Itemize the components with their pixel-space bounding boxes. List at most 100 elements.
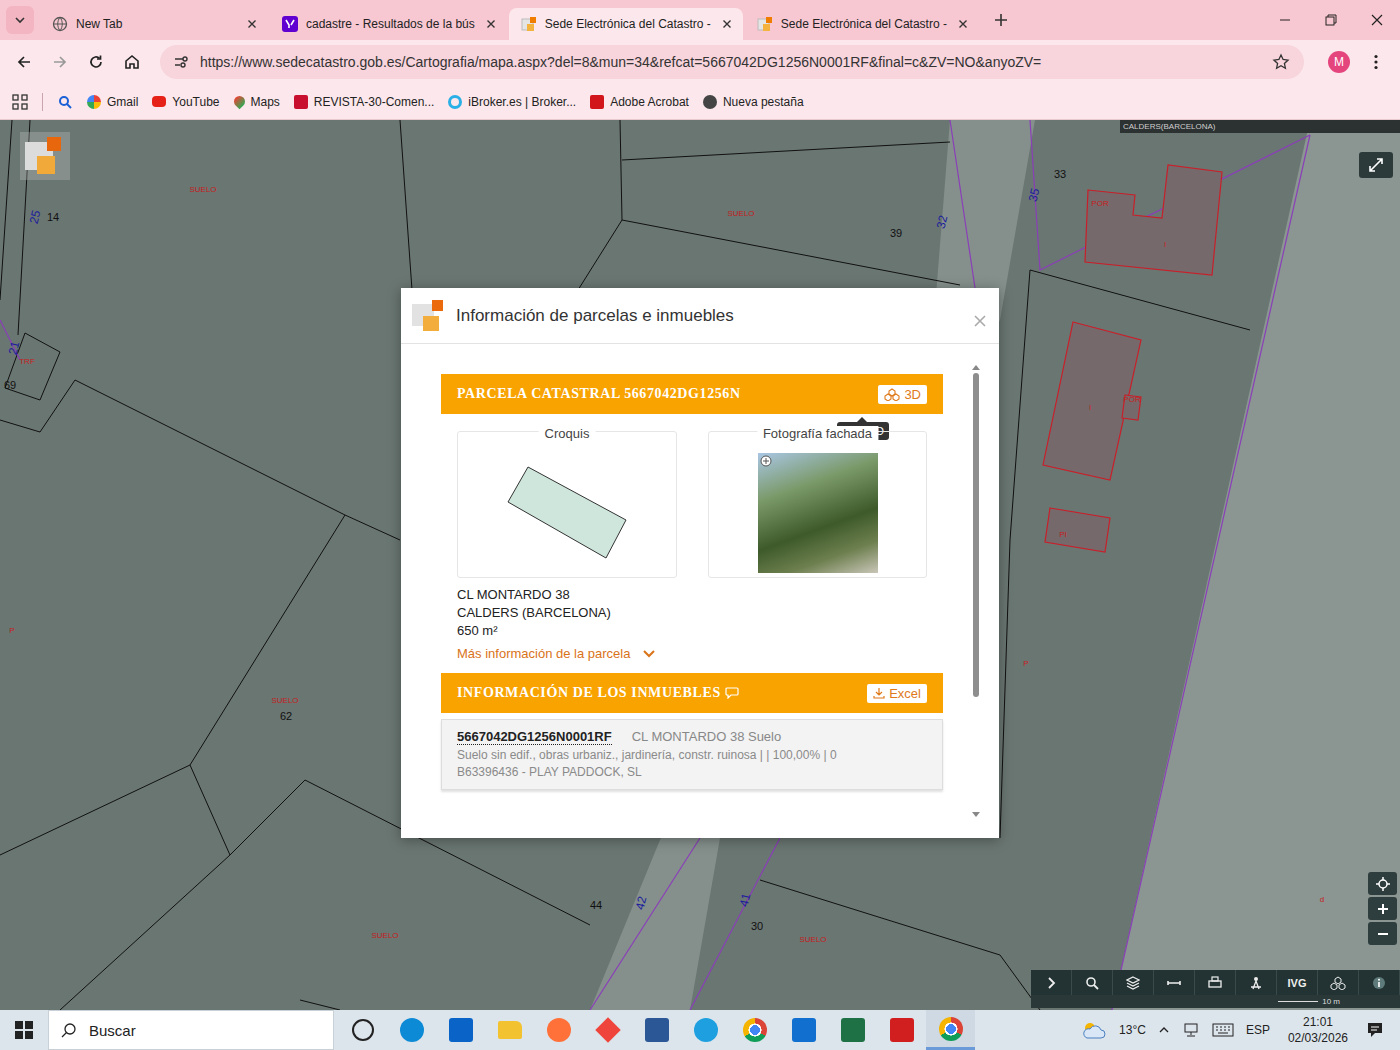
language-indicator[interactable]: ESP: [1246, 1023, 1270, 1037]
taskbar-app[interactable]: [436, 1010, 485, 1050]
streetview-button[interactable]: [1236, 970, 1277, 995]
properties-title: INFORMACIÓN DE LOS INMUEBLES: [457, 685, 739, 701]
bookmark-item[interactable]: YouTube: [152, 95, 219, 109]
bookmark-favicon-icon: [703, 95, 717, 109]
info-tool-button[interactable]: [1359, 970, 1400, 995]
fullscreen-button[interactable]: [1359, 152, 1393, 178]
home-button[interactable]: [116, 46, 148, 78]
back-button[interactable]: [8, 46, 40, 78]
map-label: d: [1320, 896, 1324, 904]
map-label: SUELO: [727, 210, 754, 218]
clock[interactable]: 21:0102/03/2026: [1288, 1014, 1348, 1046]
clock-date: 02/03/2026: [1288, 1030, 1348, 1046]
cadastral-map[interactable]: SUELO1425SUELO39323533PORI21TRF69IPORPIP…: [0, 120, 1400, 1010]
bookmark-item[interactable]: iBroker.es | Broker...: [448, 95, 576, 109]
measure-button[interactable]: [1154, 970, 1195, 995]
3d-viewer-button[interactable]: 3D: [878, 385, 927, 404]
scroll-up-icon[interactable]: [971, 364, 981, 370]
address-bar[interactable]: https://www.sedecatastro.gob.es/Cartogra…: [160, 45, 1304, 79]
zoom-out-button[interactable]: [1368, 922, 1397, 945]
map-label: POR: [1123, 396, 1140, 404]
zoom-in-button[interactable]: [1368, 897, 1397, 920]
weather-temp[interactable]: 13°C: [1119, 1023, 1146, 1037]
profile-avatar[interactable]: M: [1328, 51, 1350, 73]
taskbar-app[interactable]: [681, 1010, 730, 1050]
search-icon[interactable]: [57, 94, 73, 110]
star-icon[interactable]: [1272, 53, 1290, 71]
restore-button[interactable]: [1308, 0, 1354, 40]
taskbar-app[interactable]: [534, 1010, 583, 1050]
plus-icon: [1376, 902, 1390, 916]
close-icon[interactable]: [973, 314, 987, 328]
ivg-button[interactable]: IVG: [1277, 970, 1318, 995]
close-icon[interactable]: [244, 16, 260, 32]
print-button[interactable]: [1195, 970, 1236, 995]
keyboard-icon[interactable]: [1212, 1023, 1234, 1037]
scroll-thumb[interactable]: [973, 373, 979, 697]
close-icon[interactable]: [955, 16, 971, 32]
close-window-button[interactable]: [1354, 0, 1400, 40]
catastro-logo-icon[interactable]: [20, 132, 70, 180]
3d-tool-button[interactable]: [1318, 970, 1359, 995]
scroll-down-icon[interactable]: [971, 812, 981, 818]
close-icon[interactable]: [719, 16, 735, 32]
taskbar-app[interactable]: [338, 1010, 387, 1050]
bookmark-item[interactable]: Maps: [234, 95, 280, 109]
tab-list-button[interactable]: [6, 6, 34, 34]
tab-favicon-icon: [757, 16, 773, 32]
scale-bar: 10 m: [1031, 995, 1400, 1008]
taskbar-app[interactable]: [828, 1010, 877, 1050]
address-line: CL MONTARDO 38: [457, 586, 927, 604]
reload-button[interactable]: [80, 46, 112, 78]
scale-label: 10 m: [1322, 997, 1340, 1006]
facade-photo[interactable]: [758, 453, 878, 573]
weather-cloud-icon[interactable]: [1081, 1020, 1107, 1040]
minimize-button[interactable]: [1262, 0, 1308, 40]
parcel-info-dialog: Información de parcelas e inmueblesPARCE…: [401, 288, 999, 838]
browser-tab[interactable]: cadastre - Resultados de la bús: [270, 8, 507, 40]
locate-button[interactable]: [1368, 872, 1397, 895]
taskbar-app[interactable]: [730, 1010, 779, 1050]
chevron-up-icon[interactable]: [1158, 1024, 1170, 1036]
browser-tab[interactable]: Sede Electrónica del Catastro -: [509, 8, 743, 40]
close-icon[interactable]: [483, 16, 499, 32]
taskbar-app[interactable]: [779, 1010, 828, 1050]
layers-icon: [1126, 976, 1140, 990]
taskbar-app[interactable]: [583, 1010, 632, 1050]
bookmark-item[interactable]: REVISTA-30-Comen...: [294, 95, 434, 109]
map-label: SUELO: [799, 936, 826, 944]
bookmark-item[interactable]: Adobe Acrobat: [590, 95, 689, 109]
taskbar-app[interactable]: [485, 1010, 534, 1050]
site-info-icon[interactable]: [172, 53, 190, 71]
taskbar-app[interactable]: [632, 1010, 681, 1050]
property-row[interactable]: 5667042DG1256N0001RFCL MONTARDO 38 Suelo…: [441, 719, 943, 790]
minus-icon: [1376, 927, 1390, 941]
taskbar-app[interactable]: [926, 1010, 975, 1050]
bookmark-item[interactable]: Nueva pestaña: [703, 95, 804, 109]
plus-icon: [993, 12, 1009, 28]
new-tab-button[interactable]: [987, 6, 1015, 34]
apps-grid-icon[interactable]: [12, 94, 28, 110]
property-reference[interactable]: 5667042DG1256N0001RF: [457, 729, 612, 745]
expand-tools-button[interactable]: [1031, 970, 1072, 995]
network-icon[interactable]: [1182, 1022, 1200, 1038]
taskbar-app[interactable]: [877, 1010, 926, 1050]
menu-button[interactable]: [1360, 46, 1392, 78]
forward-button[interactable]: [44, 46, 76, 78]
tab-favicon-icon: [52, 16, 68, 32]
excel-button[interactable]: Excel: [867, 684, 927, 703]
dialog-body: PARCELA CATASTRAL 5667042DG1256N3DVisor …: [401, 344, 999, 838]
browser-tab[interactable]: New Tab: [40, 8, 268, 40]
taskbar-search[interactable]: Buscar: [48, 1010, 334, 1050]
zoom-in-icon[interactable]: [760, 455, 772, 467]
start-button[interactable]: [0, 1010, 48, 1050]
browser-tab[interactable]: Sede Electrónica del Catastro -: [745, 8, 979, 40]
dialog-scrollbar[interactable]: [970, 344, 982, 838]
notification-icon[interactable]: [1366, 1021, 1384, 1039]
search-tool-button[interactable]: [1072, 970, 1113, 995]
bookmark-item[interactable]: Gmail: [87, 95, 138, 109]
taskbar-app[interactable]: [387, 1010, 436, 1050]
app-icon: [498, 1021, 522, 1039]
more-info-link[interactable]: Más información de la parcela: [441, 640, 943, 661]
layers-button[interactable]: [1113, 970, 1154, 995]
